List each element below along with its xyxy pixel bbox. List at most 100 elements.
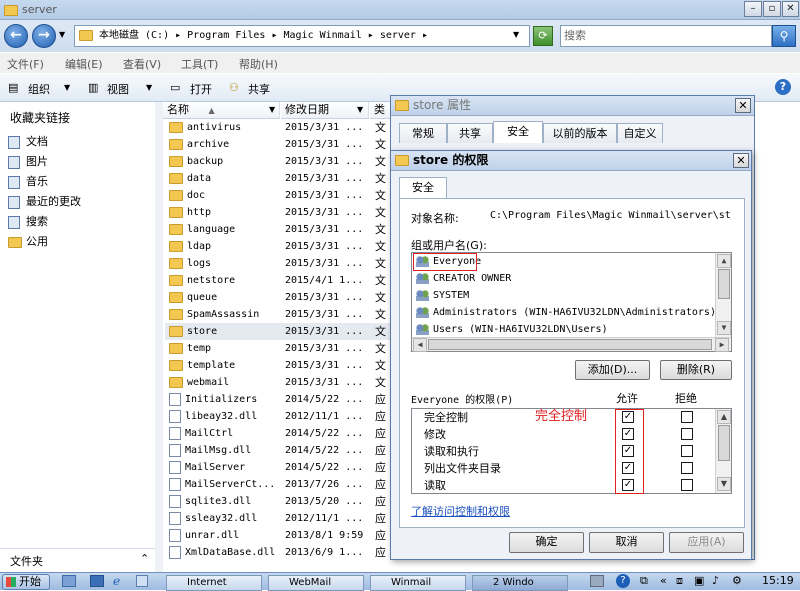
tray-icon[interactable]: ⧉ <box>640 574 648 588</box>
file-row[interactable]: logs 2015/3/31 ... 文 <box>165 255 390 272</box>
menu-edit[interactable]: 编辑(E) <box>65 56 103 72</box>
horizontal-scrollbar[interactable]: ◀ ▶ <box>412 337 731 352</box>
minimize-button[interactable]: – <box>744 1 762 17</box>
back-button[interactable]: ← <box>4 24 28 48</box>
deny-checkbox[interactable] <box>681 445 693 457</box>
network-icon[interactable]: ⧈ <box>676 574 683 588</box>
user-list-item[interactable]: Users (WIN-HA6IVU32LDN\Users) <box>416 321 608 338</box>
vertical-scrollbar[interactable]: ▲ ▼ <box>715 253 731 337</box>
file-row[interactable]: data 2015/3/31 ... 文 <box>165 170 390 187</box>
taskbar-task-webmail[interactable]: WebMail <box>268 575 364 591</box>
tray-icon[interactable] <box>590 575 604 587</box>
search-input[interactable]: 搜索 <box>560 25 772 47</box>
file-row[interactable]: netstore 2015/4/1 1... 文 <box>165 272 390 289</box>
scroll-up-arrow-icon[interactable]: ▲ <box>717 410 731 424</box>
tab-security[interactable]: 安全 <box>399 177 447 199</box>
share-button[interactable]: 共享 <box>248 81 270 97</box>
tray-icon[interactable]: ⚙ <box>732 574 742 587</box>
file-row[interactable]: doc 2015/3/31 ... 文 <box>165 187 390 204</box>
file-row[interactable]: backup 2015/3/31 ... 文 <box>165 153 390 170</box>
remove-button[interactable]: 删除(R) <box>660 360 732 380</box>
sidebar-item-search[interactable]: 搜索 <box>8 213 48 231</box>
file-row[interactable]: http 2015/3/31 ... 文 <box>165 204 390 221</box>
help-icon[interactable]: ? <box>616 574 630 588</box>
close-icon[interactable]: ✕ <box>733 153 749 168</box>
file-row[interactable]: store 2015/3/31 ... 文 <box>165 323 390 340</box>
tray-icon[interactable]: ▣ <box>694 574 704 587</box>
deny-checkbox[interactable] <box>681 479 693 491</box>
file-row[interactable]: archive 2015/3/31 ... 文 <box>165 136 390 153</box>
internet-explorer-icon[interactable]: ℯ <box>113 574 120 588</box>
sidebar-item-public[interactable]: 公用 <box>8 233 48 251</box>
sidebar-item-documents[interactable]: 文档 <box>8 133 48 151</box>
tab-security[interactable]: 安全 <box>493 121 543 143</box>
deny-checkbox[interactable] <box>681 411 693 423</box>
show-desktop-icon[interactable] <box>90 575 104 587</box>
deny-checkbox[interactable] <box>681 462 693 474</box>
views-button[interactable]: 视图 <box>107 81 129 97</box>
search-icon[interactable]: ⚲ <box>772 25 796 47</box>
volume-icon[interactable]: ♪ <box>712 574 719 587</box>
file-row[interactable]: queue 2015/3/31 ... 文 <box>165 289 390 306</box>
tab-previous-versions[interactable]: 以前的版本 <box>543 123 617 143</box>
add-button[interactable]: 添加(D)... <box>575 360 650 380</box>
vertical-scrollbar[interactable]: ▲ ▼ <box>715 409 731 493</box>
tab-customize[interactable]: 自定义 <box>617 123 663 143</box>
organize-button[interactable]: 组织 <box>28 81 50 97</box>
scroll-thumb[interactable] <box>428 339 712 350</box>
quick-launch-icon[interactable] <box>136 575 148 587</box>
tray-expand-icon[interactable]: « <box>660 574 667 587</box>
taskbar-task-internet[interactable]: Internet <box>166 575 262 591</box>
forward-button[interactable]: → <box>32 24 56 48</box>
folders-toggle[interactable]: 文件夹 ⌃ <box>0 548 157 572</box>
scroll-thumb[interactable] <box>718 425 730 461</box>
sidebar-item-music[interactable]: 音乐 <box>8 173 48 191</box>
column-header-date[interactable]: 修改日期 ▼ <box>281 102 369 119</box>
help-icon[interactable]: ? <box>775 79 791 95</box>
scroll-down-arrow-icon[interactable]: ▼ <box>717 477 731 491</box>
open-button[interactable]: 打开 <box>190 81 212 97</box>
deny-checkbox[interactable] <box>681 428 693 440</box>
file-row[interactable]: sqlite3.dll 2013/5/20 ... 应 <box>165 493 390 510</box>
file-row[interactable]: XmlDataBase.dll 2013/6/9 1... 应 <box>165 544 390 561</box>
refresh-icon[interactable]: ⟳ <box>533 26 553 46</box>
scroll-right-arrow-icon[interactable]: ▶ <box>715 338 729 352</box>
navigation-splitter[interactable] <box>155 102 163 572</box>
close-icon[interactable]: ✕ <box>735 98 751 113</box>
address-field[interactable]: 本地磁盘 (C:) ▸ Program Files ▸ Magic Winmai… <box>74 25 530 47</box>
file-row[interactable]: unrar.dll 2013/8/1 9:59 应 <box>165 527 390 544</box>
file-row[interactable]: MailServer 2014/5/22 ... 应 <box>165 459 390 476</box>
tab-general[interactable]: 常规 <box>399 123 447 143</box>
sidebar-item-pictures[interactable]: 图片 <box>8 153 48 171</box>
chevron-down-icon[interactable]: ▼ <box>146 83 152 92</box>
access-control-help-link[interactable]: 了解访问控制和权限 <box>411 503 510 519</box>
scroll-down-arrow-icon[interactable]: ▼ <box>717 321 731 335</box>
tab-sharing[interactable]: 共享 <box>447 123 493 143</box>
scroll-thumb[interactable] <box>718 269 730 299</box>
menu-view[interactable]: 查看(V) <box>123 56 161 72</box>
file-row[interactable]: webmail 2015/3/31 ... 文 <box>165 374 390 391</box>
taskbar-task-windows[interactable]: 2 Windo <box>472 575 568 591</box>
menu-tools[interactable]: 工具(T) <box>181 56 218 72</box>
address-dropdown-icon[interactable]: ▼ <box>513 30 519 39</box>
file-row[interactable]: MailCtrl 2014/5/22 ... 应 <box>165 425 390 442</box>
user-list-item[interactable]: Administrators (WIN-HA6IVU32LDN\Administ… <box>416 304 716 321</box>
menu-file[interactable]: 文件(F) <box>7 56 44 72</box>
file-row[interactable]: temp 2015/3/31 ... 文 <box>165 340 390 357</box>
scroll-up-arrow-icon[interactable]: ▲ <box>717 254 731 268</box>
sidebar-item-recent[interactable]: 最近的更改 <box>8 193 81 211</box>
chevron-down-icon[interactable]: ▼ <box>64 83 70 92</box>
history-dropdown-icon[interactable]: ▼ <box>59 30 65 39</box>
menu-help[interactable]: 帮助(H) <box>239 56 278 72</box>
maximize-button[interactable]: ▫ <box>763 1 781 17</box>
chevron-down-icon[interactable]: ▼ <box>357 102 363 118</box>
file-row[interactable]: template 2015/3/31 ... 文 <box>165 357 390 374</box>
ok-button[interactable]: 确定 <box>509 532 584 553</box>
file-row[interactable]: ldap 2015/3/31 ... 文 <box>165 238 390 255</box>
cancel-button[interactable]: 取消 <box>589 532 664 553</box>
file-row[interactable]: MailMsg.dll 2014/5/22 ... 应 <box>165 442 390 459</box>
file-row[interactable]: language 2015/3/31 ... 文 <box>165 221 390 238</box>
close-button[interactable]: ✕ <box>782 1 799 17</box>
chevron-down-icon[interactable]: ▼ <box>269 102 275 118</box>
apply-button[interactable]: 应用(A) <box>669 532 744 553</box>
